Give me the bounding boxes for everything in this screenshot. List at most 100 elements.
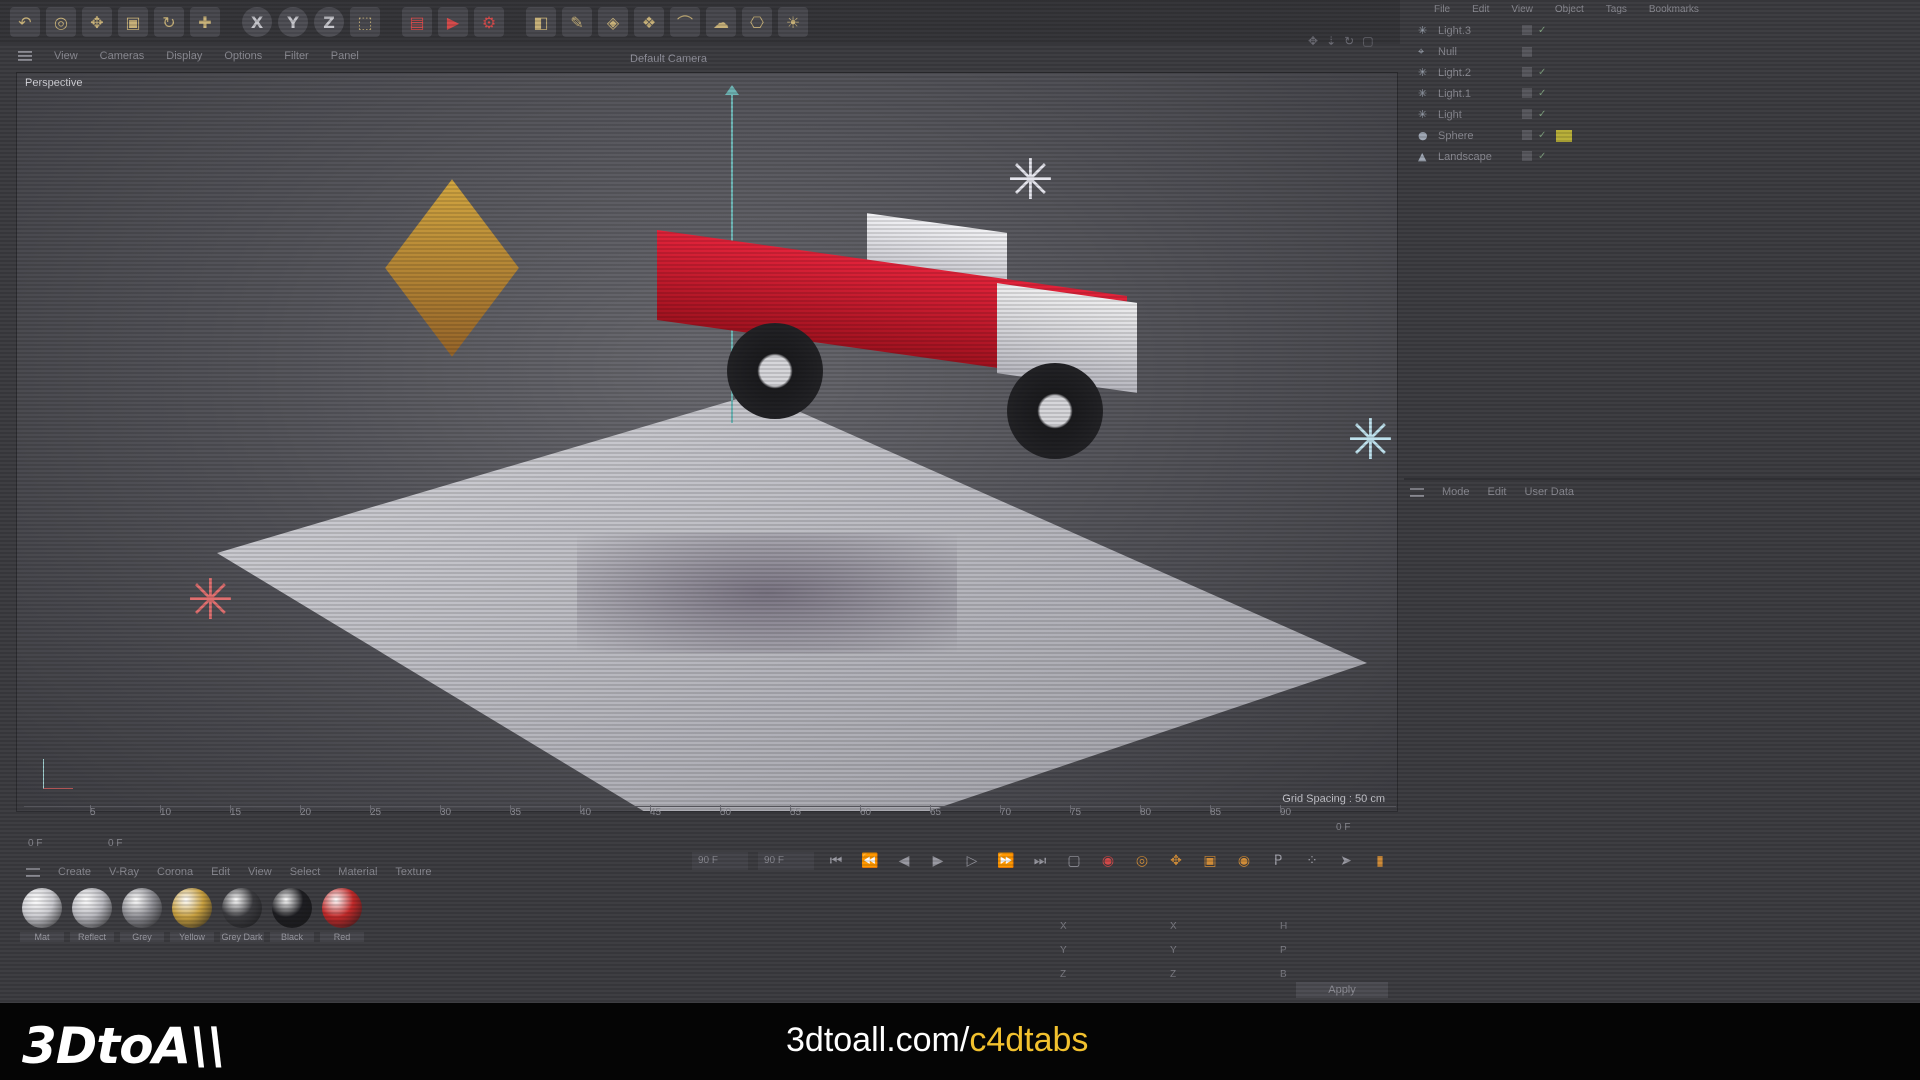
panel-divider[interactable] [1404, 478, 1920, 480]
coord-label: Z [1060, 968, 1067, 980]
material-swatch[interactable]: Grey [120, 888, 164, 950]
light-icon-right[interactable]: ✳ [1347, 413, 1394, 469]
render-view-icon[interactable]: ▶ [438, 7, 468, 37]
viewport-menu-icon[interactable] [18, 51, 32, 61]
mat-menu-material[interactable]: Material [338, 866, 377, 878]
am-menu-edit[interactable]: Edit [1488, 486, 1507, 498]
material-swatch[interactable]: Yellow [170, 888, 214, 950]
next-key-icon[interactable]: ⏩ [994, 850, 1018, 872]
zoom-icon[interactable]: ⇣ [1326, 34, 1336, 48]
next-frame-icon[interactable]: ▷ [960, 850, 984, 872]
max-frame-field[interactable]: 90 F [692, 852, 748, 870]
deformer-icon[interactable]: ⌒ [670, 7, 700, 37]
param-key-icon[interactable]: P [1266, 850, 1290, 872]
object-row[interactable]: ✳ Light.2 ✓ [1404, 62, 1920, 83]
move-tool-icon[interactable]: ✥ [82, 7, 112, 37]
current-frame-field[interactable]: 0 F [108, 838, 122, 849]
play-icon[interactable]: ▶ [926, 850, 950, 872]
start-frame-field[interactable]: 0 F [28, 838, 42, 849]
light-icon-top[interactable]: ✳ [1007, 153, 1054, 209]
material-swatch[interactable]: Black [270, 888, 314, 950]
record-icon[interactable]: ◉ [1096, 850, 1120, 872]
om-menu-view[interactable]: View [1511, 4, 1533, 15]
mat-menu-texture[interactable]: Texture [395, 866, 431, 878]
menu-cameras[interactable]: Cameras [100, 50, 145, 62]
material-menu-icon[interactable] [26, 867, 40, 877]
lego-car-model[interactable] [637, 213, 1157, 463]
menu-display[interactable]: Display [166, 50, 202, 62]
previous-key-icon[interactable]: ⏪ [858, 850, 882, 872]
mat-menu-vray[interactable]: V-Ray [109, 866, 139, 878]
point-level-icon[interactable]: ⁘ [1300, 850, 1324, 872]
om-menu-bookmarks[interactable]: Bookmarks [1649, 4, 1699, 15]
om-menu-edit[interactable]: Edit [1472, 4, 1489, 15]
apply-button[interactable]: Apply [1296, 982, 1388, 998]
light-icon[interactable]: ☀ [778, 7, 808, 37]
menu-panel[interactable]: Panel [331, 50, 359, 62]
previous-frame-icon[interactable]: ◀ [892, 850, 916, 872]
mat-menu-edit[interactable]: Edit [211, 866, 230, 878]
keyframe-selection-icon[interactable]: ✥ [1164, 850, 1188, 872]
object-row[interactable]: ✳ Light.3 ✓ [1404, 20, 1920, 41]
timeline-tick: 70 [1000, 805, 1012, 818]
om-menu-object[interactable]: Object [1555, 4, 1584, 15]
om-menu-tags[interactable]: Tags [1606, 4, 1627, 15]
live-selection-icon[interactable]: ◎ [46, 7, 76, 37]
material-swatch[interactable]: Red [320, 888, 364, 950]
am-menu-user-data[interactable]: User Data [1525, 486, 1575, 498]
array-icon[interactable]: ❖ [634, 7, 664, 37]
go-to-start-icon[interactable]: ⏮ [824, 850, 848, 872]
record-keys-icon[interactable]: ▢ [1062, 850, 1086, 872]
light-icon: ✳ [1418, 24, 1428, 37]
y-axis-button[interactable]: Y [278, 7, 308, 37]
x-axis-button[interactable]: X [242, 7, 272, 37]
menu-view[interactable]: View [54, 50, 78, 62]
attribute-menu-icon[interactable] [1410, 487, 1424, 497]
autokey-icon[interactable]: ◎ [1130, 850, 1154, 872]
cube-icon[interactable]: ◧ [526, 7, 556, 37]
camera-icon[interactable]: ⎔ [742, 7, 772, 37]
object-row[interactable]: ▲ Landscape ✓ [1404, 146, 1920, 167]
pan-icon[interactable]: ✥ [1308, 34, 1318, 48]
material-tag-icon[interactable] [1556, 129, 1573, 142]
mat-menu-select[interactable]: Select [290, 866, 321, 878]
timeline-window-icon[interactable]: ▮ [1368, 850, 1392, 872]
material-swatch[interactable]: Reflect [70, 888, 114, 950]
rotate-tool-icon[interactable]: ↻ [154, 7, 184, 37]
mat-menu-view[interactable]: View [248, 866, 272, 878]
recent-tools-icon[interactable]: ✚ [190, 7, 220, 37]
maximize-icon[interactable]: ▢ [1362, 34, 1373, 48]
object-row[interactable]: ✳ Light.1 ✓ [1404, 83, 1920, 104]
render-region-icon[interactable]: ▤ [402, 7, 432, 37]
material-swatch[interactable]: Mat [20, 888, 64, 950]
light-icon: ✳ [1418, 108, 1428, 121]
spline-pen-icon[interactable]: ✎ [562, 7, 592, 37]
menu-filter[interactable]: Filter [284, 50, 308, 62]
am-menu-mode[interactable]: Mode [1442, 486, 1470, 498]
undo-icon[interactable]: ↶ [10, 7, 40, 37]
material-swatch[interactable]: Grey Dark [220, 888, 264, 950]
preview-max-frame-field[interactable]: 90 F [758, 852, 814, 870]
timeline-ruler[interactable]: 5 10 15 20 25 30 35 40 45 50 55 60 65 70… [24, 805, 1396, 832]
mat-menu-corona[interactable]: Corona [157, 866, 193, 878]
object-row[interactable]: ✳ Light ✓ [1404, 104, 1920, 125]
motion-icon[interactable]: ➤ [1334, 850, 1358, 872]
3d-viewport[interactable]: ✳ ✳ ✳ Perspective Grid Spacing : 50 cm [16, 72, 1398, 812]
environment-icon[interactable]: ☁ [706, 7, 736, 37]
menu-options[interactable]: Options [224, 50, 262, 62]
coordinate-system-icon[interactable]: ⬚ [350, 7, 380, 37]
z-axis-button[interactable]: Z [314, 7, 344, 37]
go-to-end-icon[interactable]: ⏭ [1028, 850, 1052, 872]
light-icon-red[interactable]: ✳ [187, 573, 234, 629]
render-settings-icon[interactable]: ⚙ [474, 7, 504, 37]
om-menu-file[interactable]: File [1434, 4, 1450, 15]
position-key-icon[interactable]: ▣ [1198, 850, 1222, 872]
mat-menu-create[interactable]: Create [58, 866, 91, 878]
object-row[interactable]: ⌖ Null [1404, 41, 1920, 62]
subdivision-icon[interactable]: ◈ [598, 7, 628, 37]
yellow-octahedron[interactable] [385, 179, 519, 357]
orbit-icon[interactable]: ↻ [1344, 34, 1354, 48]
object-row[interactable]: ● Sphere ✓ [1404, 125, 1920, 146]
scale-tool-icon[interactable]: ▣ [118, 7, 148, 37]
scale-key-icon[interactable]: ◉ [1232, 850, 1256, 872]
